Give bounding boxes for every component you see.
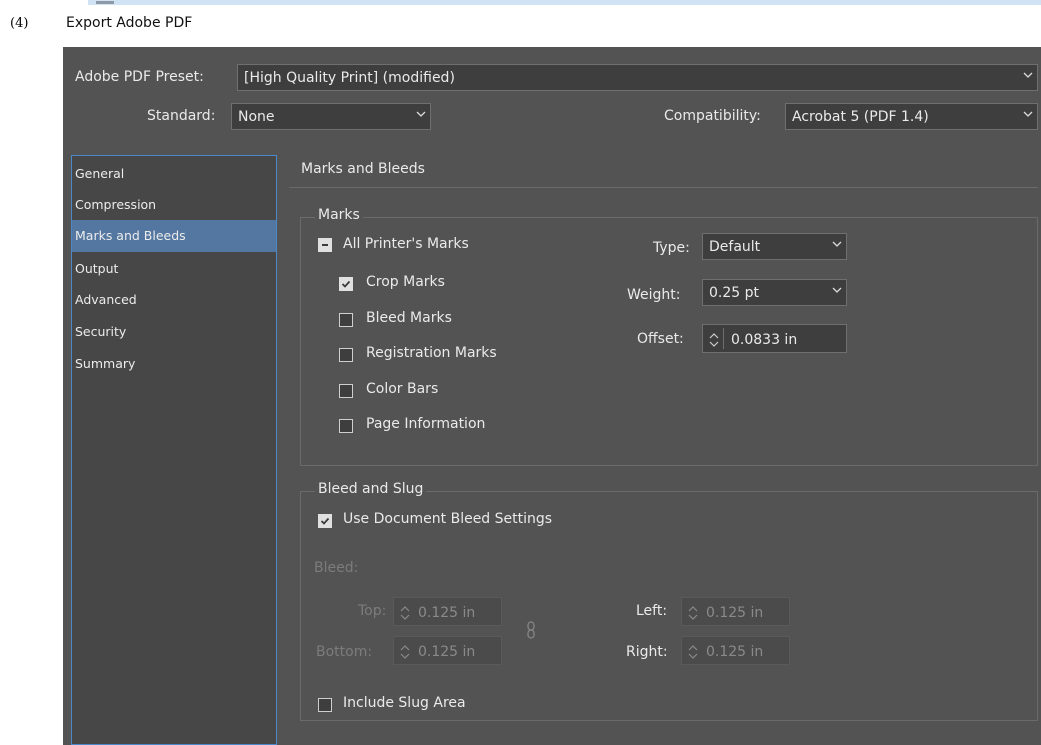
offset-stepper[interactable]: 0.0833 in [702,324,847,353]
checkmark-icon [341,280,351,288]
stepper-arrows-icon[interactable] [687,604,699,622]
preset-value: [High Quality Print] (modified) [244,70,455,86]
right-label: Right: [626,644,668,660]
stepper-arrows-icon[interactable] [687,643,699,661]
chevron-down-icon [832,241,842,247]
color-bars-label: Color Bars [366,381,439,397]
page-information-checkbox[interactable] [339,419,353,433]
sidebar-item-compression[interactable]: Compression [72,189,276,221]
type-label: Type: [653,240,690,256]
compatibility-value: Acrobat 5 (PDF 1.4) [792,109,929,125]
chevron-down-icon [832,287,842,293]
sidebar-item-general[interactable]: General [72,158,276,190]
standard-label: Standard: [147,108,216,124]
all-printers-marks-label: All Printer's Marks [343,236,469,252]
offset-label: Offset: [637,331,684,347]
section-title: Marks and Bleeds [301,161,425,177]
section-divider [289,187,1038,188]
use-document-bleed-checkbox[interactable] [318,514,332,528]
top-edge-mark [96,1,114,4]
mixed-dash-icon [322,244,328,246]
top-bleed-stepper[interactable]: 0.125 in [393,597,502,626]
include-slug-label: Include Slug Area [343,695,466,711]
top-edge-strip [88,0,1041,5]
figure-number: (4) [10,16,29,31]
sidebar-item-advanced[interactable]: Advanced [72,284,276,316]
registration-marks-label: Registration Marks [366,345,497,361]
chain-link-icon[interactable] [526,621,536,639]
sidebar-item-summary[interactable]: Summary [72,348,276,380]
color-bars-checkbox[interactable] [339,384,353,398]
preset-dropdown[interactable]: [High Quality Print] (modified) [237,64,1038,91]
crop-marks-checkbox[interactable] [339,277,353,291]
sidebar-item-output[interactable]: Output [72,253,276,285]
sidebar-item-label: Marks and Bleeds [75,228,186,243]
compatibility-label: Compatibility: [664,108,761,124]
bleed-marks-label: Bleed Marks [366,310,452,326]
chevron-down-icon [1023,111,1033,117]
standard-value: None [238,109,275,125]
left-bleed-value: 0.125 in [706,605,764,621]
offset-value: 0.0833 in [731,332,798,348]
include-slug-checkbox[interactable] [318,698,332,712]
left-label: Left: [636,603,668,619]
top-label: Top: [358,603,387,619]
weight-label: Weight: [627,287,681,303]
dialog-title: Export Adobe PDF [66,15,193,31]
compatibility-dropdown[interactable]: Acrobat 5 (PDF 1.4) [785,103,1038,130]
sidebar-item-label: Summary [75,356,136,371]
top-bleed-value: 0.125 in [418,605,476,621]
sidebar-item-label: General [75,166,125,181]
right-bleed-value: 0.125 in [706,644,764,660]
bleed-label: Bleed: [314,560,359,576]
sidebar-item-label: Security [75,324,127,339]
bottom-bleed-stepper[interactable]: 0.125 in [393,636,502,665]
sidebar-item-label: Compression [75,197,157,212]
type-dropdown[interactable]: Default [702,233,847,260]
chevron-down-icon [416,111,426,117]
left-bleed-stepper[interactable]: 0.125 in [681,597,790,626]
all-printers-marks-checkbox[interactable] [318,238,332,252]
stepper-arrows-icon[interactable] [399,604,411,622]
bleed-slug-group-title: Bleed and Slug [315,481,427,497]
chevron-down-icon [1023,72,1033,78]
registration-marks-checkbox[interactable] [339,348,353,362]
sidebar-item-marks-and-bleeds[interactable]: Marks and Bleeds [72,220,276,252]
bottom-bleed-value: 0.125 in [418,644,476,660]
bottom-label: Bottom: [316,644,373,660]
weight-value: 0.25 pt [709,285,759,301]
preset-label: Adobe PDF Preset: [75,69,204,85]
checkmark-icon [320,517,330,525]
stepper-divider [723,328,724,349]
sidebar-item-label: Advanced [75,292,137,307]
sidebar-item-label: Output [75,261,119,276]
stepper-arrows-icon[interactable] [708,331,720,349]
use-document-bleed-label: Use Document Bleed Settings [343,511,553,527]
page-information-label: Page Information [366,416,486,432]
marks-group-title: Marks [315,207,363,223]
type-value: Default [709,239,761,255]
crop-marks-label: Crop Marks [366,274,445,290]
bleed-marks-checkbox[interactable] [339,313,353,327]
standard-dropdown[interactable]: None [231,103,431,130]
category-list: General Compression Marks and Bleeds Out… [71,155,277,745]
stepper-arrows-icon[interactable] [399,643,411,661]
weight-dropdown[interactable]: 0.25 pt [702,279,847,306]
right-bleed-stepper[interactable]: 0.125 in [681,636,790,665]
sidebar-item-security[interactable]: Security [72,316,276,348]
